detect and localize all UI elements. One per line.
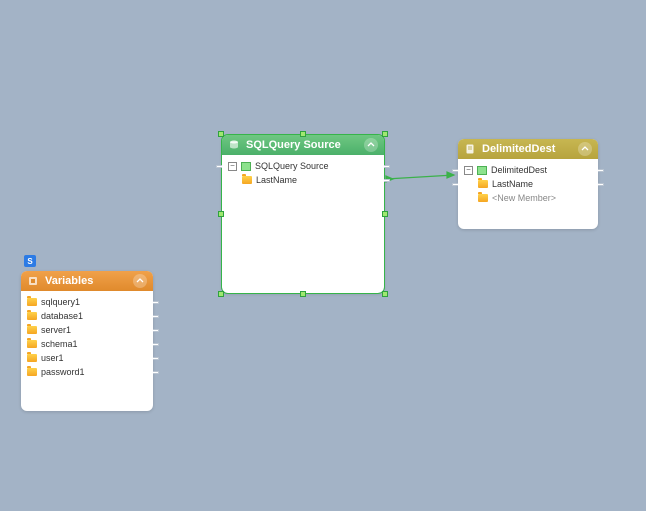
object-icon xyxy=(241,162,251,171)
collapse-button[interactable] xyxy=(364,138,378,152)
tree-root[interactable]: − DelimitedDest xyxy=(464,163,592,177)
dest-header[interactable]: DelimitedDest xyxy=(458,139,598,159)
database-icon xyxy=(228,139,240,151)
port[interactable] xyxy=(153,315,159,318)
port[interactable] xyxy=(153,357,159,360)
variables-node[interactable]: Variables sqlquery1 database1 server1 sc… xyxy=(21,271,153,411)
variable-item[interactable]: server1 xyxy=(27,323,147,337)
chevron-up-icon xyxy=(581,145,589,153)
sql-query-source-node[interactable]: SQLQuery Source − SQLQuery Source LastNa… xyxy=(222,135,384,293)
resize-handle[interactable] xyxy=(300,291,306,297)
collapse-button[interactable] xyxy=(133,274,147,288)
tree-root[interactable]: − SQLQuery Source xyxy=(228,159,378,173)
port[interactable] xyxy=(598,183,604,186)
collapse-button[interactable] xyxy=(578,142,592,156)
folder-icon xyxy=(27,368,37,376)
dest-title: DelimitedDest xyxy=(482,143,578,155)
variable-item[interactable]: user1 xyxy=(27,351,147,365)
variable-item[interactable]: database1 xyxy=(27,309,147,323)
resize-handle[interactable] xyxy=(382,211,388,217)
port[interactable] xyxy=(452,169,458,172)
folder-icon xyxy=(242,176,252,184)
port[interactable] xyxy=(153,301,159,304)
port[interactable] xyxy=(153,371,159,374)
folder-icon xyxy=(27,340,37,348)
variable-item[interactable]: sqlquery1 xyxy=(27,295,147,309)
port[interactable] xyxy=(153,343,159,346)
new-member-row[interactable]: <New Member> xyxy=(464,191,592,205)
sticky-badge-label: S xyxy=(27,257,32,266)
tree-field[interactable]: LastName xyxy=(464,177,592,191)
folder-icon xyxy=(27,354,37,362)
folder-icon xyxy=(478,194,488,202)
folder-icon xyxy=(27,312,37,320)
variables-title: Variables xyxy=(45,275,133,287)
port[interactable] xyxy=(216,165,222,168)
tree-field[interactable]: LastName xyxy=(228,173,378,187)
dest-body: − DelimitedDest LastName <New Member> xyxy=(458,159,598,229)
port[interactable] xyxy=(384,165,390,168)
object-icon xyxy=(477,166,487,175)
resize-handle[interactable] xyxy=(382,291,388,297)
variables-header[interactable]: Variables xyxy=(21,271,153,291)
folder-icon xyxy=(27,298,37,306)
canvas[interactable]: S Variables sqlquery1 database1 server1 … xyxy=(0,0,646,511)
variable-item[interactable]: schema1 xyxy=(27,337,147,351)
chevron-up-icon xyxy=(367,141,375,149)
sql-source-body: − SQLQuery Source LastName xyxy=(222,155,384,293)
sql-source-header[interactable]: SQLQuery Source xyxy=(222,135,384,155)
folder-icon xyxy=(27,326,37,334)
resize-handle[interactable] xyxy=(382,131,388,137)
resize-handle[interactable] xyxy=(218,131,224,137)
sticky-note-badge: S xyxy=(24,255,36,267)
sql-source-title: SQLQuery Source xyxy=(246,139,364,151)
port[interactable] xyxy=(452,183,458,186)
resize-handle[interactable] xyxy=(218,211,224,217)
resize-handle[interactable] xyxy=(218,291,224,297)
variables-body: sqlquery1 database1 server1 schema1 user… xyxy=(21,291,153,411)
delimited-dest-node[interactable]: DelimitedDest − DelimitedDest LastName <… xyxy=(458,139,598,229)
port[interactable] xyxy=(153,329,159,332)
variables-icon xyxy=(27,275,39,287)
resize-handle[interactable] xyxy=(300,131,306,137)
expand-toggle[interactable]: − xyxy=(228,162,237,171)
variable-item[interactable]: password1 xyxy=(27,365,147,379)
file-icon xyxy=(464,143,476,155)
port[interactable] xyxy=(598,169,604,172)
port[interactable] xyxy=(384,179,390,182)
chevron-up-icon xyxy=(136,277,144,285)
expand-toggle[interactable]: − xyxy=(464,166,473,175)
folder-icon xyxy=(478,180,488,188)
